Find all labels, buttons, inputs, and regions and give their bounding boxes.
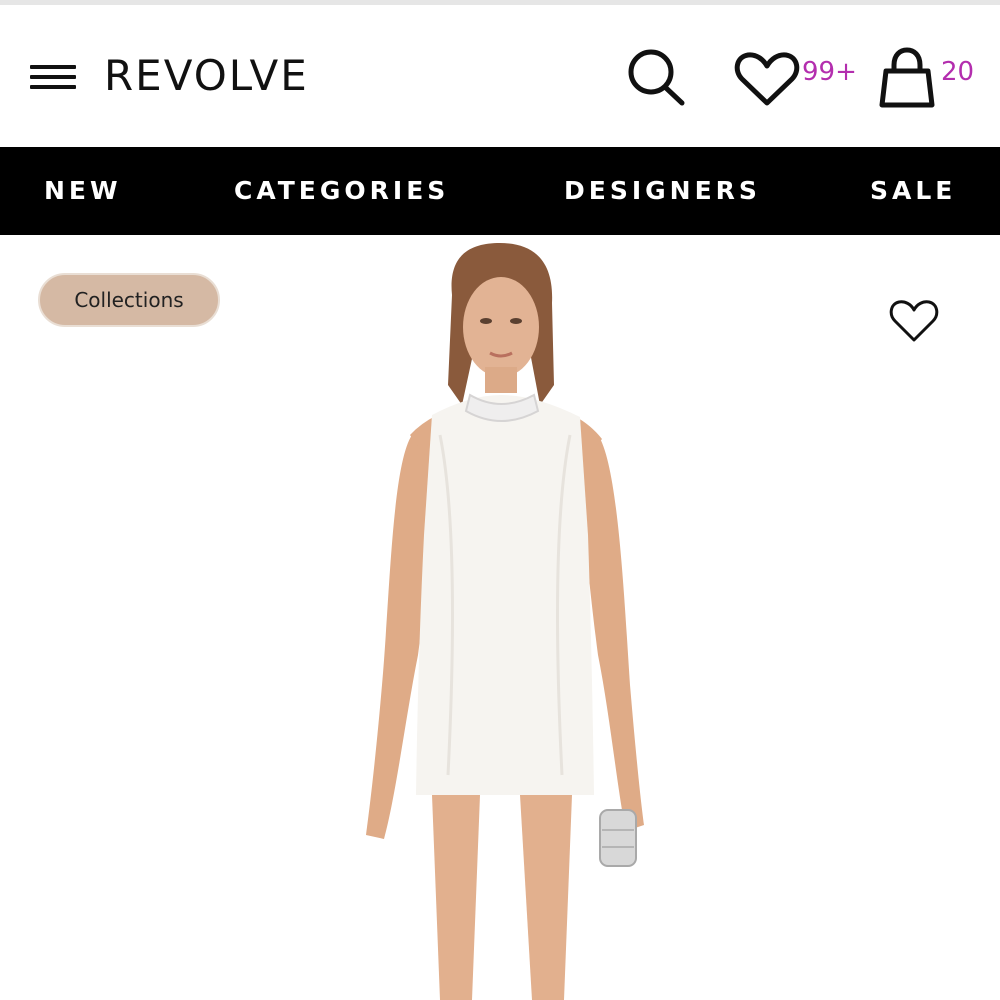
page: REVOLVE 99+ 20 NEW CATEGORIES DESIGNERS … [0, 0, 1000, 1000]
nav-item-new[interactable]: NEW [44, 147, 122, 235]
search-icon [628, 49, 685, 106]
bag-count-badge: 20 [941, 57, 975, 87]
product-image-area: Collections [0, 235, 1000, 1000]
shopping-bag-button[interactable] [874, 45, 940, 111]
main-nav: NEW CATEGORIES DESIGNERS SALE [0, 147, 1000, 235]
model-wearing-white-halter-mini-dress-image [366, 243, 644, 1000]
wishlist-count-badge: 99+ [802, 57, 857, 87]
shopping-bag-icon [879, 47, 935, 108]
favorite-button[interactable] [888, 297, 940, 345]
site-logo[interactable]: REVOLVE [104, 51, 309, 101]
search-button[interactable] [624, 45, 688, 109]
wishlist-button[interactable] [734, 49, 800, 109]
nav-item-sale[interactable]: SALE [870, 147, 956, 235]
heart-icon [734, 52, 800, 106]
collections-button[interactable]: Collections [38, 273, 220, 327]
site-header: REVOLVE 99+ 20 [0, 5, 1000, 147]
nav-item-categories[interactable]: CATEGORIES [234, 147, 449, 235]
heart-outline-icon [889, 300, 939, 342]
nav-item-designers[interactable]: DESIGNERS [564, 147, 761, 235]
menu-button[interactable] [26, 57, 82, 97]
